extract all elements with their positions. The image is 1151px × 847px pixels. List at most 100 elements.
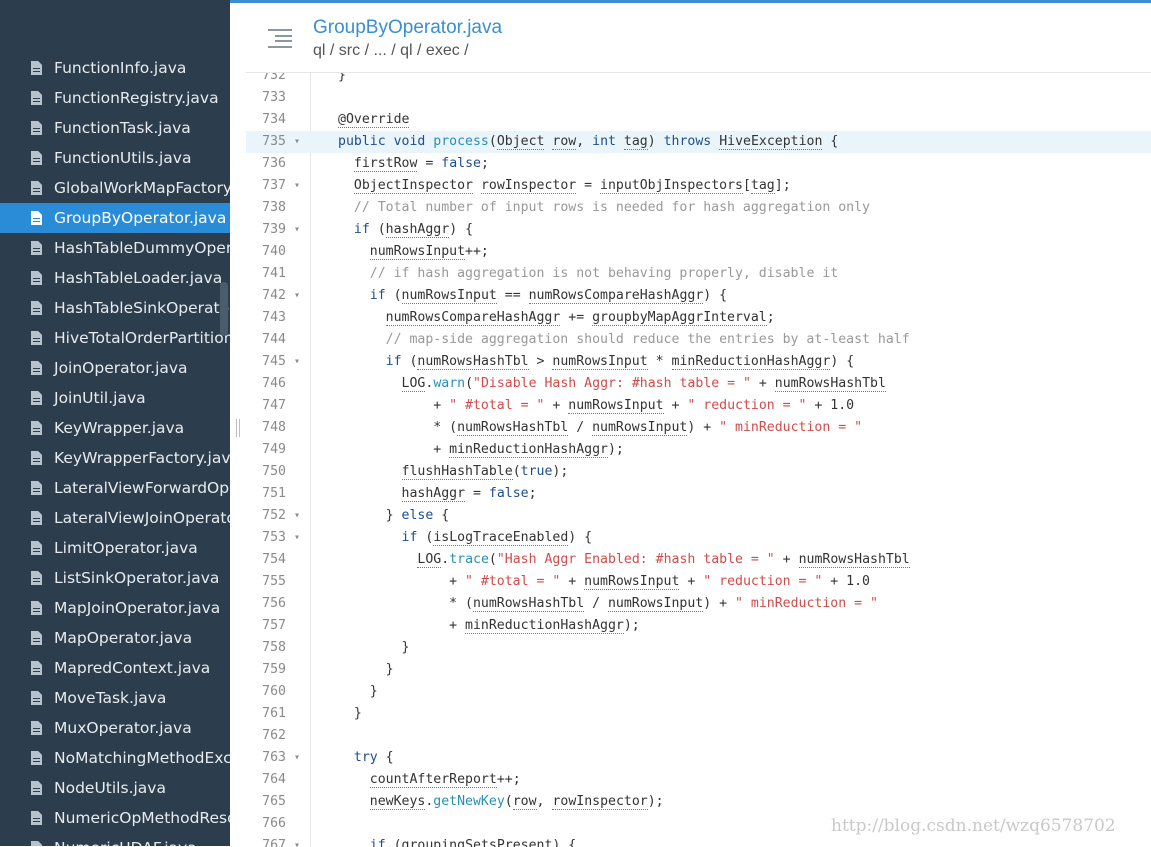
fold-arrow-icon[interactable]: ▾ bbox=[291, 219, 303, 241]
identifier-token: row bbox=[552, 134, 577, 150]
code-token: * ( bbox=[338, 596, 473, 611]
code-line: 743 numRowsCompareHashAggr += groupbyMap… bbox=[246, 307, 1151, 329]
code-token: + bbox=[560, 574, 585, 589]
sidebar-item[interactable]: JoinOperator.java bbox=[0, 353, 230, 383]
sidebar-item[interactable]: MoveTask.java bbox=[0, 683, 230, 713]
keyword-token: false bbox=[488, 486, 529, 501]
sidebar-item[interactable]: LateralViewJoinOperator.java bbox=[0, 503, 230, 533]
file-icon bbox=[31, 61, 42, 75]
fold-arrow-icon[interactable]: ▾ bbox=[291, 835, 303, 847]
code-text: newKeys.getNewKey(row, rowInspector); bbox=[338, 791, 664, 813]
code-line: 739 ▾ if (hashAggr) { bbox=[246, 219, 1151, 241]
sidebar-item[interactable]: GlobalWorkMapFactory.java bbox=[0, 173, 230, 203]
sidebar-item[interactable]: FunctionInfo.java bbox=[0, 53, 230, 83]
line-number: 746 bbox=[262, 376, 286, 391]
sidebar-item[interactable]: MapJoinOperator.java bbox=[0, 593, 230, 623]
file-icon bbox=[31, 421, 42, 435]
file-icon bbox=[31, 211, 42, 225]
identifier-token: ObjectInspector bbox=[353, 178, 473, 194]
sidebar-item[interactable]: MapOperator.java bbox=[0, 623, 230, 653]
code-token: ( bbox=[377, 222, 386, 237]
fold-arrow-icon[interactable]: ▾ bbox=[291, 131, 303, 153]
code-text: LOG.warn("Disable Hash Aggr: #hash table… bbox=[338, 373, 886, 395]
sidebar-item[interactable]: FunctionRegistry.java bbox=[0, 83, 230, 113]
keyword-token: if bbox=[385, 354, 410, 369]
sidebar-item-label: ListSinkOperator.java bbox=[54, 569, 220, 587]
code-line: 733 bbox=[246, 87, 1151, 109]
code-text: try { bbox=[338, 747, 394, 769]
code-token: { bbox=[822, 134, 839, 149]
sidebar-item[interactable]: LimitOperator.java bbox=[0, 533, 230, 563]
line-number: 767 bbox=[262, 838, 286, 847]
keyword-token: if bbox=[401, 530, 426, 545]
pane-resize-handle[interactable] bbox=[235, 419, 241, 437]
fold-arrow-icon[interactable]: ▾ bbox=[291, 747, 303, 769]
identifier-token: numRowsHashTbl bbox=[457, 420, 569, 436]
code-text: + " #total = " + numRowsInput + " reduct… bbox=[338, 571, 870, 593]
sidebar-item[interactable]: NumericUDAF.java bbox=[0, 833, 230, 846]
sidebar-item[interactable]: MapredContext.java bbox=[0, 653, 230, 683]
code-line: 738 // Total number of input rows is nee… bbox=[246, 197, 1151, 219]
string-token: " minReduction = " bbox=[735, 596, 878, 611]
hamburger-menu-icon[interactable] bbox=[268, 28, 292, 48]
code-line: 758 } bbox=[246, 637, 1151, 659]
code-token: } bbox=[338, 662, 394, 677]
sidebar-item[interactable]: KeyWrapper.java bbox=[0, 413, 230, 443]
sidebar-item[interactable]: HashTableDummyOperator.java bbox=[0, 233, 230, 263]
keyword-token: false bbox=[441, 156, 481, 171]
fold-arrow-icon[interactable]: ▾ bbox=[291, 175, 303, 197]
identifier-token: tag bbox=[750, 178, 775, 194]
code-text: @Override bbox=[338, 109, 410, 131]
sidebar-item[interactable]: NoMatchingMethodException.java bbox=[0, 743, 230, 773]
sidebar-item[interactable]: FunctionUtils.java bbox=[0, 143, 230, 173]
sidebar-item[interactable]: LateralViewForwardOperator.java bbox=[0, 473, 230, 503]
code-token: * bbox=[647, 354, 672, 369]
identifier-token: minReductionHashAggr bbox=[449, 442, 608, 458]
sidebar-item[interactable]: NumericOpMethodResolver.java bbox=[0, 803, 230, 833]
sidebar-item[interactable]: GroupByOperator.java bbox=[0, 203, 230, 233]
sidebar-item-label: MapOperator.java bbox=[54, 629, 193, 647]
sidebar-item[interactable]: HiveTotalOrderPartitioner.java bbox=[0, 323, 230, 353]
code-text: if (hashAggr) { bbox=[338, 219, 473, 241]
code-line: 754 LOG.trace("Hash Aggr Enabled: #hash … bbox=[246, 549, 1151, 571]
sidebar-item[interactable]: NodeUtils.java bbox=[0, 773, 230, 803]
sidebar-item[interactable]: FunctionTask.java bbox=[0, 113, 230, 143]
fold-arrow-icon[interactable]: ▾ bbox=[291, 285, 303, 307]
watermark: http://blog.csdn.net/wzq6578702 bbox=[831, 816, 1116, 836]
file-icon bbox=[31, 481, 42, 495]
code-line: 736 firstRow = false; bbox=[246, 153, 1151, 175]
code-text: } bbox=[338, 73, 346, 87]
fold-arrow-icon[interactable]: ▾ bbox=[291, 527, 303, 549]
code-line: 744 // map-side aggregation should reduc… bbox=[246, 329, 1151, 351]
method-token: getNewKey bbox=[433, 794, 505, 809]
code-token: ) { bbox=[568, 530, 593, 545]
code-line: 749 + minReductionHashAggr); bbox=[246, 439, 1151, 461]
code-line: 756 * (numRowsHashTbl / numRowsInput) + … bbox=[246, 593, 1151, 615]
identifier-token: hashAggr bbox=[385, 222, 450, 238]
line-number: 764 bbox=[262, 772, 286, 787]
sidebar-item[interactable]: MuxOperator.java bbox=[0, 713, 230, 743]
sidebar-item-label: HiveTotalOrderPartitioner.java bbox=[54, 329, 230, 347]
code-line: 762 bbox=[246, 725, 1151, 747]
code-token: } bbox=[338, 706, 362, 721]
fold-arrow-icon[interactable]: ▾ bbox=[291, 351, 303, 373]
sidebar-item[interactable]: HashTableLoader.java bbox=[0, 263, 230, 293]
sidebar-item-label: MapJoinOperator.java bbox=[54, 599, 221, 617]
sidebar-scrollbar[interactable] bbox=[220, 282, 228, 336]
fold-arrow-icon[interactable]: ▾ bbox=[291, 505, 303, 527]
sidebar-item[interactable]: HashTableSinkOperator.java bbox=[0, 293, 230, 323]
sidebar-item[interactable]: JoinUtil.java bbox=[0, 383, 230, 413]
sidebar-item[interactable]: KeyWrapperFactory.java bbox=[0, 443, 230, 473]
code-text: } else { bbox=[338, 505, 450, 527]
code-token: [ bbox=[742, 178, 751, 193]
sidebar-item-label: GroupByOperator.java bbox=[54, 209, 227, 227]
sidebar-item[interactable]: ListSinkOperator.java bbox=[0, 563, 230, 593]
file-icon bbox=[31, 301, 42, 315]
